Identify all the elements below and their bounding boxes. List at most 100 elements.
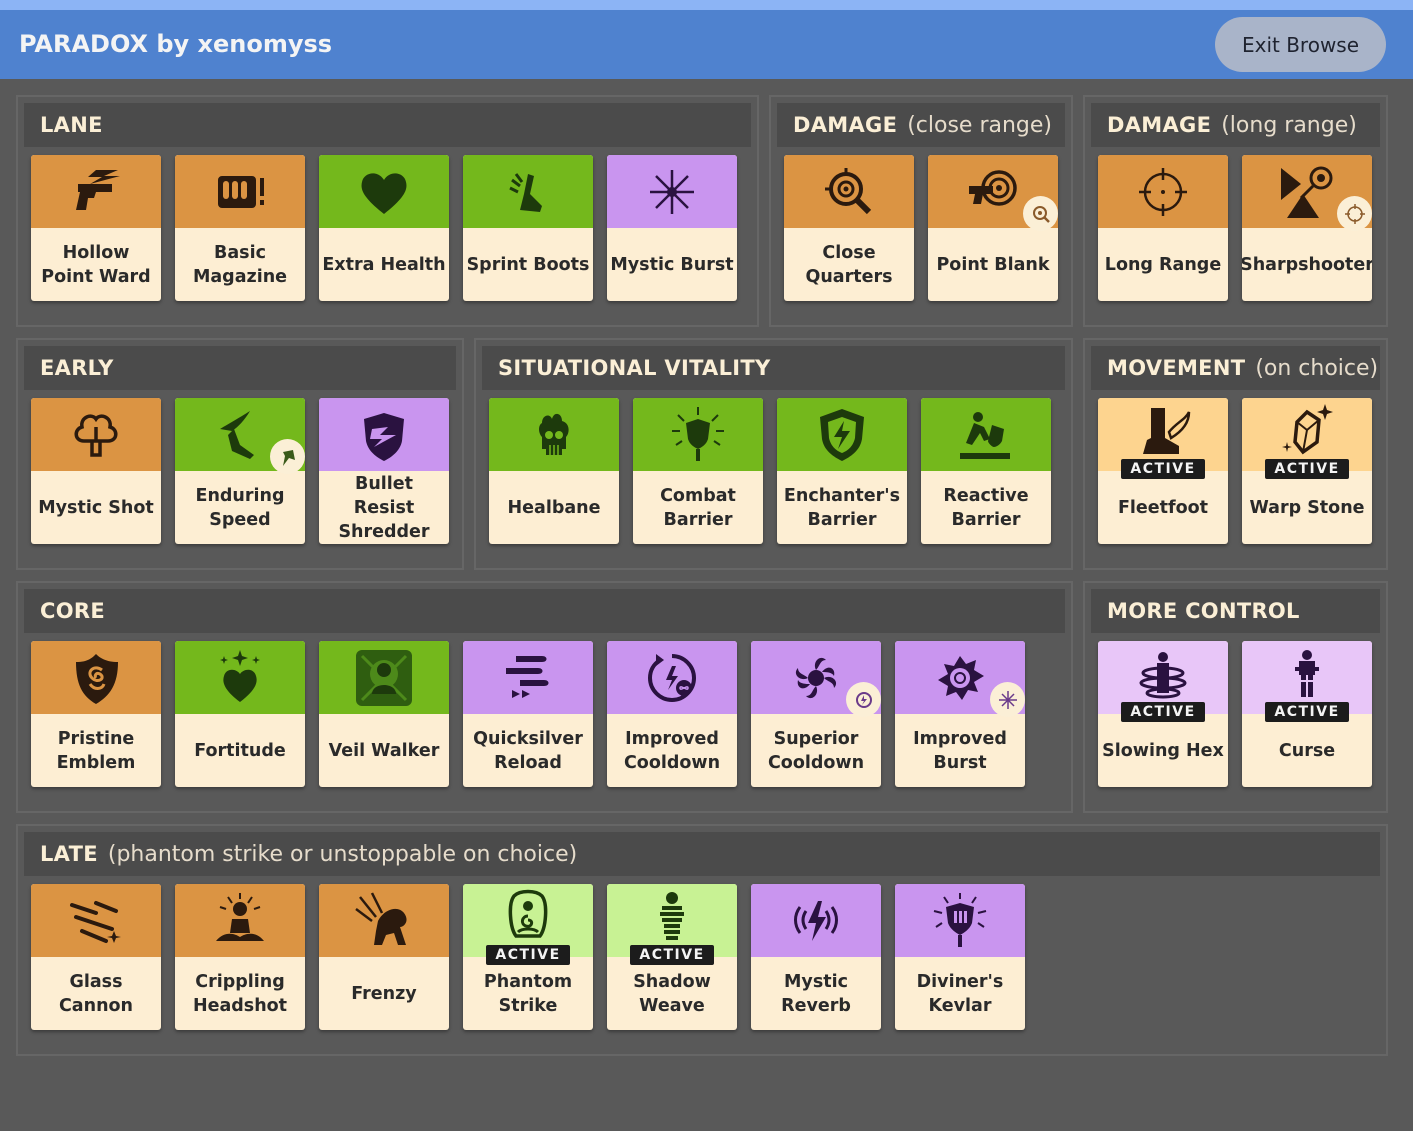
item-card-frenzy[interactable]: Frenzy — [319, 884, 449, 1030]
pistol-lightning-icon — [76, 170, 120, 210]
item-card-extra-health[interactable]: Extra Health — [319, 155, 449, 301]
item-name: Sharpshooter — [1242, 254, 1372, 275]
item-card-warp-stone[interactable]: ACTIVE Warp Stone — [1242, 398, 1372, 544]
item-card-improved-cooldown[interactable]: Improved Cooldown — [607, 641, 737, 787]
item-card-slowing-hex[interactable]: ACTIVE Slowing Hex — [1098, 641, 1228, 787]
item-card-sprint-boots[interactable]: Sprint Boots — [463, 155, 593, 301]
item-card-veil-walker[interactable]: Veil Walker — [319, 641, 449, 787]
cursed-figure-icon — [1295, 650, 1319, 697]
section-title: MORE CONTROL — [1107, 599, 1300, 623]
section-header: DAMAGE (long range) — [1091, 103, 1380, 147]
item-name: Warp Stone — [1249, 497, 1365, 518]
shattered-glass-icon — [70, 901, 121, 943]
item-card-bullet-resist-shredder[interactable]: Bullet Resist Shredder — [319, 398, 449, 544]
section-header: EARLY — [24, 346, 456, 390]
item-card-shadow-weave[interactable]: ACTIVE Shadow Weave — [607, 884, 737, 1030]
item-name: Healbane — [507, 497, 601, 518]
item-card-quicksilver-reload[interactable]: Quicksilver Reload — [463, 641, 593, 787]
cooldown-icon — [647, 654, 697, 703]
item-name: Basic Magazine — [192, 242, 288, 287]
item-card-basic-magazine[interactable]: Basic Magazine — [175, 155, 305, 301]
swirl-cooldown-icon — [795, 657, 837, 699]
reverb-bolt-icon — [794, 901, 838, 941]
item-card-fleetfoot[interactable]: ACTIVE Fleetfoot — [1098, 398, 1228, 544]
section-note: (long range) — [1221, 112, 1357, 138]
section-damage-long-range: DAMAGE (long range) Long Range Sharpshoo… — [1083, 95, 1388, 327]
item-card-hollow-point-ward[interactable]: Hollow Point Ward — [31, 155, 161, 301]
item-name: Improved Cooldown — [623, 728, 721, 773]
boot-icon — [509, 173, 542, 212]
crosshair-badge-icon — [1344, 203, 1365, 224]
item-name: Veil Walker — [328, 740, 440, 761]
item-card-superior-cooldown[interactable]: Superior Cooldown — [751, 641, 881, 787]
gun-target-icon — [969, 170, 1017, 206]
item-card-diviners-kevlar[interactable]: Diviner's Kevlar — [895, 884, 1025, 1030]
mystic-shot-icon — [74, 414, 118, 457]
item-card-enduring-speed[interactable]: Enduring Speed — [175, 398, 305, 544]
phantom-icon — [508, 889, 548, 938]
section-more-control: MORE CONTROL ACTIVE Slowing Hex ACTIVE C… — [1083, 581, 1388, 813]
item-card-close-quarters[interactable]: Close Quarters — [784, 155, 914, 301]
sharpshooter-icon — [1281, 166, 1333, 218]
item-card-reactive-barrier[interactable]: Reactive Barrier — [921, 398, 1051, 544]
cooldown-badge-icon — [855, 691, 872, 708]
section-header: LATE (phantom strike or unstoppable on c… — [24, 832, 1380, 876]
item-card-mystic-burst[interactable]: Mystic Burst — [607, 155, 737, 301]
item-card-pristine-emblem[interactable]: Pristine Emblem — [31, 641, 161, 787]
item-card-sharpshooter[interactable]: Sharpshooter — [1242, 155, 1372, 301]
item-card-curse[interactable]: ACTIVE Curse — [1242, 641, 1372, 787]
emblem-shield-icon — [76, 654, 118, 704]
wrapped-figure-icon — [660, 892, 684, 940]
item-name: Enduring Speed — [195, 485, 285, 530]
target-badge — [1023, 196, 1058, 231]
top-accent-bar — [0, 0, 1413, 10]
pin-badge — [270, 439, 305, 474]
item-card-phantom-strike[interactable]: ACTIVE Phantom Strike — [463, 884, 593, 1030]
starburst-icon — [650, 170, 694, 214]
lightning-shield-icon — [820, 409, 864, 461]
section-title: LANE — [40, 113, 103, 137]
header-bar: PARADOX by xenomyss Exit Browse — [0, 10, 1413, 79]
item-card-fortitude[interactable]: Fortitude — [175, 641, 305, 787]
build-title: PARADOX by xenomyss — [19, 30, 333, 58]
magnifier-target-icon — [825, 168, 872, 215]
exit-browse-button[interactable]: Exit Browse — [1215, 17, 1386, 72]
item-card-point-blank[interactable]: Point Blank — [928, 155, 1058, 301]
skull-icon — [539, 413, 569, 455]
item-name: Curse — [1278, 740, 1336, 761]
section-header: CORE — [24, 589, 1065, 633]
item-card-healbane[interactable]: Healbane — [489, 398, 619, 544]
section-title: DAMAGE — [1107, 113, 1212, 137]
radiant-kevlar-icon — [933, 893, 987, 947]
item-name: Sprint Boots — [466, 254, 590, 275]
item-card-combat-barrier[interactable]: Combat Barrier — [633, 398, 763, 544]
section-core: CORE Pristine Emblem Fortitude Veil Walk… — [16, 581, 1073, 813]
hexed-figure-icon — [1139, 652, 1187, 699]
item-name: Point Blank — [936, 254, 1050, 275]
winged-boot-icon — [1143, 408, 1191, 454]
section-header: DAMAGE (close range) — [777, 103, 1065, 147]
item-card-improved-burst[interactable]: Improved Burst — [895, 641, 1025, 787]
item-card-long-range[interactable]: Long Range — [1098, 155, 1228, 301]
section-title: CORE — [40, 599, 105, 623]
crosshair-icon — [1139, 168, 1187, 216]
veiled-figure-icon — [356, 650, 412, 706]
item-card-enchanters-barrier[interactable]: Enchanter's Barrier — [777, 398, 907, 544]
starburst-badge-icon — [998, 690, 1017, 709]
magnifier-badge-icon — [1032, 205, 1050, 223]
crosshair-badge — [1337, 196, 1372, 231]
section-damage-close-range: DAMAGE (close range) Close Quarters Poin… — [769, 95, 1073, 327]
section-movement: MOVEMENT (on choice) ACTIVE Fleetfoot AC… — [1083, 338, 1388, 570]
item-name: Fortitude — [194, 740, 286, 761]
section-header: SITUATIONAL VITALITY — [482, 346, 1065, 390]
item-card-mystic-reverb[interactable]: Mystic Reverb — [751, 884, 881, 1030]
item-card-crippling-headshot[interactable]: Crippling Headshot — [175, 884, 305, 1030]
item-card-mystic-shot[interactable]: Mystic Shot — [31, 398, 161, 544]
item-name: Quicksilver Reload — [473, 728, 583, 773]
item-name: Diviner's Kevlar — [916, 971, 1004, 1016]
item-name: Extra Health — [322, 254, 446, 275]
item-card-glass-cannon[interactable]: Glass Cannon — [31, 884, 161, 1030]
item-name: Improved Burst — [913, 728, 1007, 773]
item-name: Hollow Point Ward — [41, 242, 151, 287]
speeding-bullets-icon — [506, 656, 549, 698]
